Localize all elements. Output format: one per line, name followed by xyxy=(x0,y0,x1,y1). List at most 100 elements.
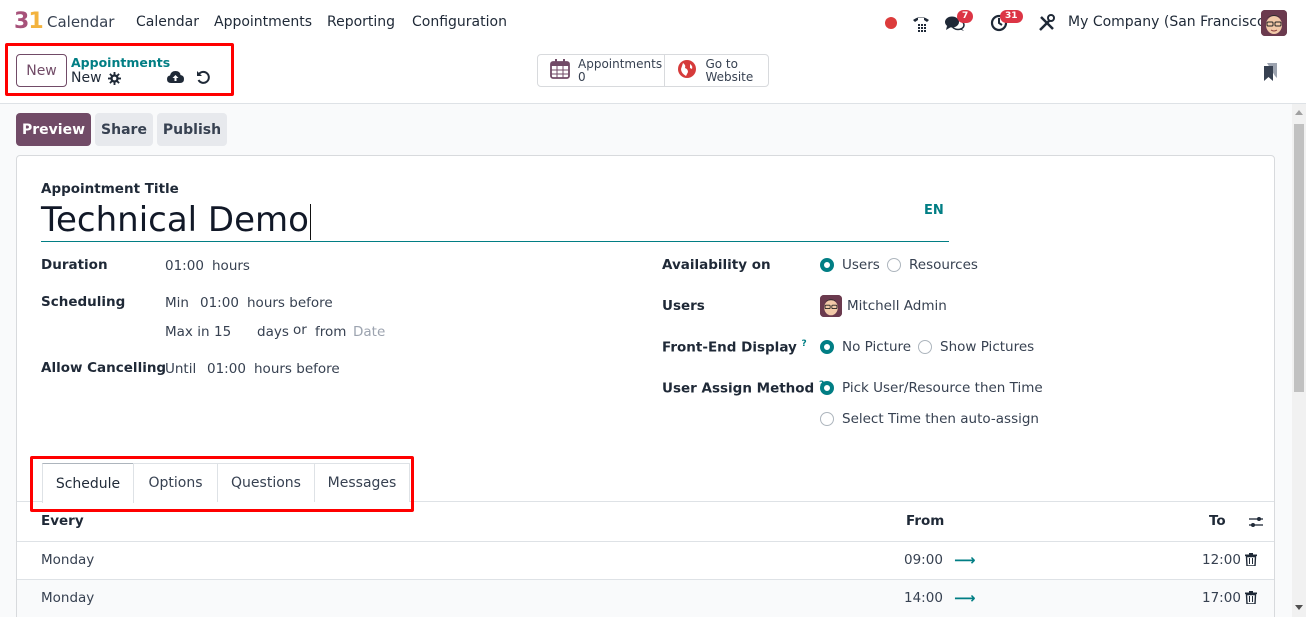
row-from[interactable]: 09:00 xyxy=(904,552,943,568)
new-button[interactable]: New xyxy=(16,54,67,87)
messages-badge: 7 xyxy=(957,10,974,23)
user-name: Mitchell Admin xyxy=(847,298,947,314)
min-suffix: hours before xyxy=(247,295,333,311)
tools-icon[interactable] xyxy=(1038,14,1056,36)
radio-label: No Picture xyxy=(842,339,912,355)
menu-reporting[interactable]: Reporting xyxy=(327,14,395,30)
cancel-limit-input[interactable]: 01:00 xyxy=(207,361,246,377)
radio-unselected-icon xyxy=(820,412,834,426)
users-label: Users xyxy=(662,298,705,314)
text-caret xyxy=(309,203,311,240)
preview-button[interactable]: Preview xyxy=(16,113,91,146)
recording-indicator-icon[interactable] xyxy=(885,17,897,29)
trash-icon[interactable] xyxy=(1245,591,1257,608)
top-navbar: 31 Calendar Calendar Appointments Report… xyxy=(0,0,1306,46)
scroll-down-arrow-icon[interactable] xyxy=(1295,605,1303,610)
language-button[interactable]: EN xyxy=(924,203,944,218)
duration-input[interactable]: 01:00 xyxy=(165,258,204,274)
activities-badge: 31 xyxy=(1000,10,1023,23)
scrollbar-thumb[interactable] xyxy=(1294,124,1304,392)
logo-digit-3: 3 xyxy=(14,9,29,34)
breadcrumb-appointments[interactable]: Appointments xyxy=(71,55,170,70)
availability-resources-radio[interactable]: Resources xyxy=(887,257,978,273)
max-prefix: Max in xyxy=(165,324,210,340)
scheduling-label: Scheduling xyxy=(41,294,126,310)
help-tooltip-icon[interactable]: ? xyxy=(802,339,807,349)
share-button[interactable]: Share xyxy=(95,113,153,146)
scroll-up-arrow-icon[interactable] xyxy=(1295,110,1303,115)
logo-digit-1: 1 xyxy=(28,9,43,34)
start-date-input[interactable]: Date xyxy=(353,324,385,340)
save-cloud-icon[interactable] xyxy=(167,70,184,88)
appointment-title-value: Technical Demo xyxy=(41,200,309,240)
go-to-label: Go to xyxy=(705,56,738,71)
availability-label: Availability on xyxy=(662,257,771,273)
gear-icon[interactable] xyxy=(108,72,121,89)
max-days-unit: days xyxy=(257,324,289,340)
min-prefix: Min xyxy=(165,295,189,311)
app-name[interactable]: Calendar xyxy=(47,13,114,31)
appointment-title-label: Appointment Title xyxy=(41,181,179,197)
radio-unselected-icon xyxy=(887,258,901,272)
breadcrumb-current: New xyxy=(71,70,102,86)
duration-unit: hours xyxy=(212,258,250,274)
company-switcher[interactable]: My Company (San Francisco) xyxy=(1068,14,1271,30)
smart-buttons: Appointments 0 Go to Website xyxy=(537,54,769,87)
form-sheet: Appointment Title Technical Demo EN Dura… xyxy=(16,155,1275,617)
discard-undo-icon[interactable] xyxy=(196,70,211,89)
menu-appointments[interactable]: Appointments xyxy=(214,14,312,30)
table-row[interactable]: Monday 09:00 ⟶ 12:00 xyxy=(17,542,1274,580)
menu-configuration[interactable]: Configuration xyxy=(412,14,507,30)
phone-icon[interactable] xyxy=(911,13,931,37)
row-to[interactable]: 17:00 xyxy=(1202,590,1241,606)
appointments-smart-label: Appointments xyxy=(578,56,663,71)
calendar-icon xyxy=(550,59,570,82)
user-avatar[interactable] xyxy=(1261,10,1287,36)
appointments-smart-count: 0 xyxy=(578,69,586,84)
min-notice-input[interactable]: 01:00 xyxy=(200,295,239,311)
table-row[interactable]: Monday 14:00 ⟶ 17:00 xyxy=(17,580,1274,617)
publish-button[interactable]: Publish xyxy=(157,113,227,146)
user-tag[interactable]: Mitchell Admin xyxy=(820,295,947,317)
row-every[interactable]: Monday xyxy=(41,552,94,568)
bookmark-icon[interactable] xyxy=(1262,62,1278,86)
radio-selected-icon xyxy=(820,258,834,272)
row-to[interactable]: 12:00 xyxy=(1202,552,1241,568)
control-panel: New Appointments New Appointments 0 Go t… xyxy=(0,43,1306,104)
select-time-auto-assign-radio[interactable]: Select Time then auto-assign xyxy=(820,411,1039,427)
show-pictures-radio[interactable]: Show Pictures xyxy=(918,339,1034,355)
trash-icon[interactable] xyxy=(1245,553,1257,570)
pick-user-then-time-radio[interactable]: Pick User/Resource then Time xyxy=(820,380,1043,396)
radio-label: Resources xyxy=(909,257,978,273)
row-every[interactable]: Monday xyxy=(41,590,94,606)
radio-label: Select Time then auto-assign xyxy=(842,411,1039,427)
page-scrollbar[interactable] xyxy=(1292,104,1306,617)
availability-users-radio[interactable]: Users xyxy=(820,257,880,273)
row-from[interactable]: 14:00 xyxy=(904,590,943,606)
cancel-suffix: hours before xyxy=(254,361,340,377)
go-to-website-button[interactable]: Go to Website xyxy=(664,55,768,86)
calendar-app-logo[interactable]: 31 xyxy=(14,9,44,34)
column-every[interactable]: Every xyxy=(41,513,84,529)
front-end-display-label: Front-End Display ? xyxy=(662,339,807,356)
highlight-box-tabs xyxy=(30,456,414,512)
user-avatar-small xyxy=(820,295,842,317)
optional-columns-icon[interactable] xyxy=(1249,515,1263,533)
cancel-prefix: Until xyxy=(165,361,197,377)
appointment-title-input[interactable]: Technical Demo xyxy=(41,199,949,242)
radio-selected-icon xyxy=(820,340,834,354)
assign-method-label: User Assign Method ? xyxy=(662,380,824,397)
column-from[interactable]: From xyxy=(906,513,944,529)
assign-method-text: User Assign Method xyxy=(662,380,815,397)
radio-unselected-icon xyxy=(918,340,932,354)
menu-calendar[interactable]: Calendar xyxy=(136,14,199,30)
max-days-input[interactable]: 15 xyxy=(214,324,231,340)
column-to[interactable]: To xyxy=(1209,513,1226,529)
allow-cancelling-label: Allow Cancelling xyxy=(41,360,167,376)
radio-label: Pick User/Resource then Time xyxy=(842,380,1043,396)
arrow-right-icon: ⟶ xyxy=(954,589,976,607)
appointments-smart-button[interactable]: Appointments 0 xyxy=(538,55,664,86)
no-picture-radio[interactable]: No Picture xyxy=(820,339,911,355)
or-text: or xyxy=(293,322,307,338)
from-text: from xyxy=(315,324,347,340)
